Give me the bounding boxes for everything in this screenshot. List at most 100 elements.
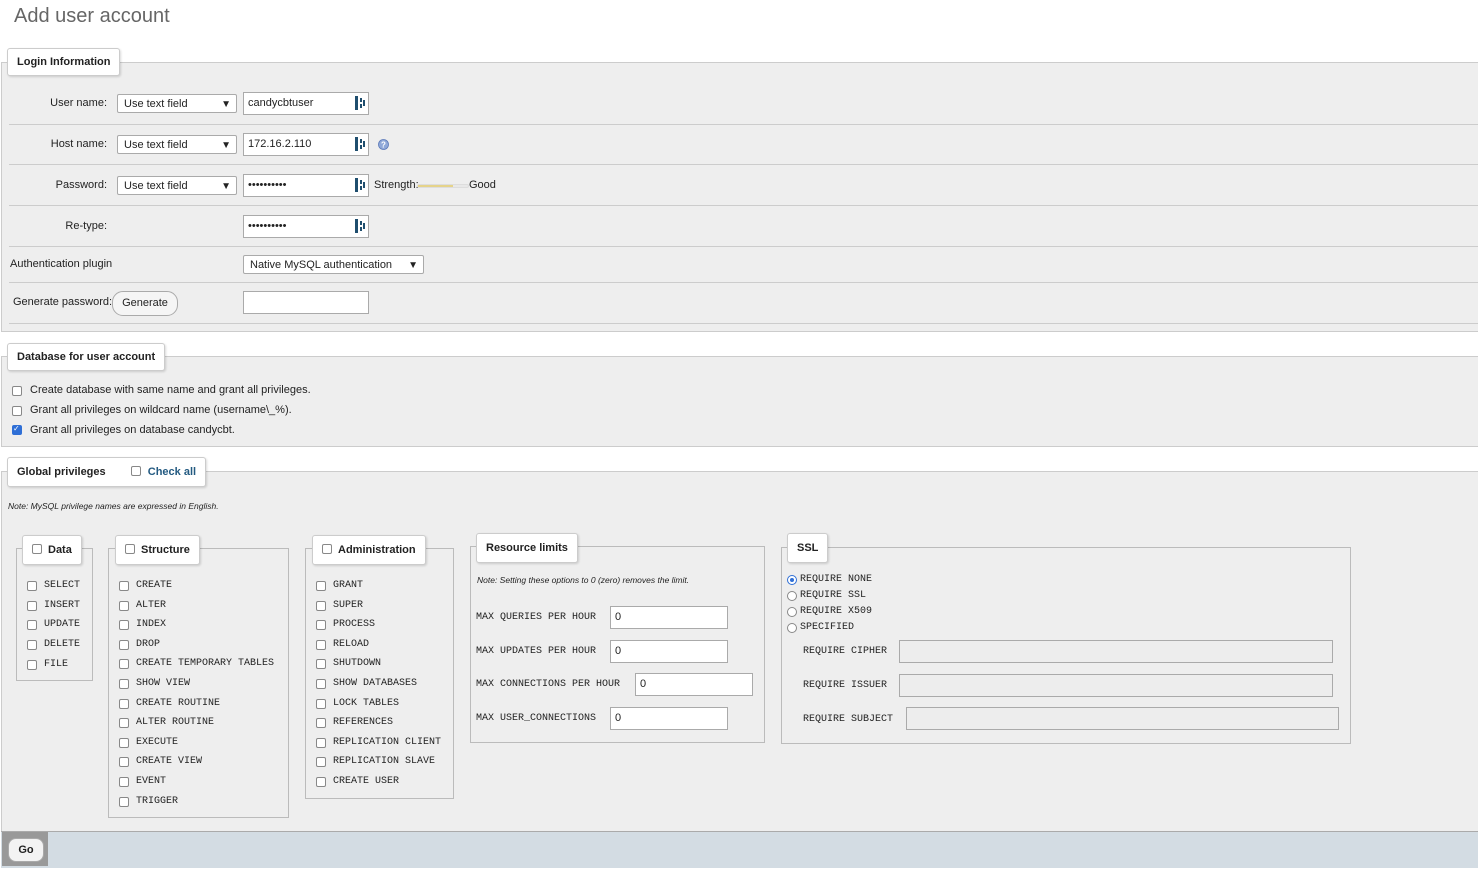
structure-privilege-checkbox[interactable] [119,796,129,807]
structure-privilege-checkbox[interactable] [119,581,129,591]
structure-privilege-checkbox[interactable] [119,639,129,650]
data-check-all[interactable] [32,544,42,554]
generate-button[interactable]: Generate [112,291,178,316]
generated-password-input[interactable] [243,291,369,314]
divider [9,164,1478,165]
auth-plugin-select[interactable]: Native MySQL authentication ▼ [243,255,424,274]
data-privilege-label: INSERT [44,599,81,611]
grant-db-checkbox[interactable] [12,424,22,435]
data-privilege-checkbox[interactable] [27,600,37,611]
structure-privilege-checkbox[interactable] [119,737,129,748]
admin-privilege-checkbox[interactable] [316,777,326,787]
admin-privilege-checkbox[interactable] [316,581,326,591]
data-privilege-checkbox[interactable] [27,581,37,591]
data-privilege-label: DELETE [44,639,81,651]
administration-legend-label: Administration [338,544,416,556]
keyboard-icon[interactable] [355,219,365,233]
admin-privilege-checkbox[interactable] [316,679,326,689]
chevron-down-icon: ▼ [408,260,418,271]
require-subject-input[interactable] [906,707,1339,730]
structure-privilege-checkbox[interactable] [119,659,129,670]
structure-legend: Structure [115,535,200,565]
divider [9,282,1478,283]
chevron-down-icon: ▼ [221,181,231,192]
max-connections-label: MAX CONNECTIONS PER HOUR [476,679,621,690]
user-name-mode-select[interactable]: Use text field ▼ [117,94,237,113]
keyboard-icon[interactable] [355,178,365,192]
keyboard-icon[interactable] [355,96,365,110]
structure-privilege-checkbox[interactable] [119,757,129,768]
max-queries-input[interactable]: 0 [610,606,728,629]
admin-privilege-checkbox[interactable] [316,737,326,748]
divider [9,124,1478,125]
require-cipher-input[interactable] [899,640,1333,663]
admin-privilege-checkbox[interactable] [316,659,326,670]
data-privilege-checkbox[interactable] [27,620,37,631]
admin-privilege-checkbox[interactable] [316,698,326,709]
require-ssl-radio[interactable] [787,591,797,601]
data-legend: Data [22,535,82,565]
require-none-radio[interactable] [787,575,797,585]
password-mode-value: Use text field [124,180,188,192]
data-privilege-checkbox[interactable] [27,659,37,670]
check-all-link[interactable]: Check all [148,466,196,478]
admin-privilege-checkbox[interactable] [316,718,326,729]
specified-label: SPECIFIED [800,622,855,633]
create-db-label: Create database with same name and grant… [30,384,311,396]
help-icon[interactable]: ? [378,139,389,150]
require-issuer-input[interactable] [899,674,1333,697]
create-db-checkbox[interactable] [12,386,22,396]
structure-privilege-label: CREATE TEMPORARY TABLES [136,658,275,670]
go-button[interactable]: Go [8,838,44,862]
strength-label: Strength: [374,179,419,191]
user-name-mode-value: Use text field [124,98,188,110]
structure-check-all[interactable] [125,544,135,554]
admin-privilege-label: REPLICATION CLIENT [333,736,442,748]
data-privilege-label: FILE [44,658,69,670]
data-privilege-checkbox[interactable] [27,640,37,651]
admin-privilege-checkbox[interactable] [316,757,326,768]
password-mode-select[interactable]: Use text field ▼ [117,176,237,195]
footer-bar [1,831,1478,868]
user-name-label: User name: [50,97,107,109]
strength-meter [417,184,469,188]
chevron-down-icon: ▼ [221,99,231,110]
administration-check-all[interactable] [322,544,332,554]
max-connections-input[interactable]: 0 [635,673,753,696]
strength-value: Good [469,179,496,191]
keyboard-icon[interactable] [355,137,365,151]
host-name-mode-select[interactable]: Use text field ▼ [117,135,237,154]
retype-input[interactable]: •••••••••• [243,215,369,238]
host-name-input[interactable]: 172.16.2.110 [243,133,369,156]
require-x509-label: REQUIRE X509 [800,606,873,617]
check-all-checkbox[interactable] [130,466,141,476]
password-input[interactable]: •••••••••• [243,174,369,197]
require-subject-label: REQUIRE SUBJECT [803,714,894,725]
structure-privilege-checkbox[interactable] [119,679,129,689]
admin-privilege-checkbox[interactable] [316,639,326,650]
max-user-connections-input[interactable]: 0 [610,707,728,730]
admin-privilege-label: SUPER [333,599,364,611]
admin-privilege-label: RELOAD [333,638,370,650]
resource-limits-legend: Resource limits [476,533,578,563]
structure-privilege-checkbox[interactable] [119,698,129,709]
structure-privilege-checkbox[interactable] [119,718,129,729]
host-name-label: Host name: [50,138,107,150]
structure-privilege-checkbox[interactable] [119,777,129,787]
admin-privilege-checkbox[interactable] [316,620,326,631]
require-x509-radio[interactable] [787,607,797,617]
user-name-input[interactable]: candycbtuser [243,92,369,115]
max-queries-label: MAX QUERIES PER HOUR [476,612,597,623]
structure-privilege-checkbox[interactable] [119,600,129,611]
admin-privilege-checkbox[interactable] [316,600,326,611]
retype-value: •••••••••• [248,220,287,232]
admin-privilege-label: SHUTDOWN [333,658,382,670]
structure-privilege-label: CREATE VIEW [136,756,203,768]
specified-radio[interactable] [787,623,797,633]
resource-limits-note: Note: Setting these options to 0 (zero) … [477,575,690,585]
structure-privilege-checkbox[interactable] [119,620,129,631]
wildcard-checkbox[interactable] [12,406,22,416]
structure-privilege-label: CREATE ROUTINE [136,697,221,709]
require-cipher-label: REQUIRE CIPHER [803,646,888,657]
max-updates-input[interactable]: 0 [610,640,728,663]
